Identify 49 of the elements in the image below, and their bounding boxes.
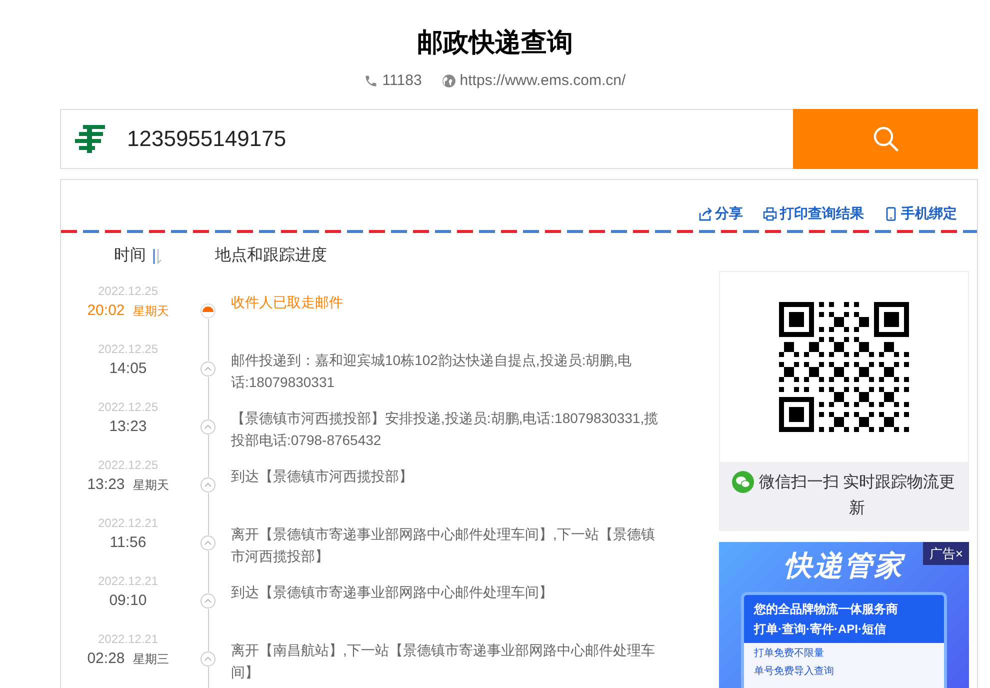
toolbar-link[interactable]: 分享 — [698, 198, 743, 230]
ad-bullet: 单号免费导入查询 — [754, 664, 835, 678]
event-time: 14:05 — [109, 358, 147, 378]
column-header: 时间 — [114, 246, 146, 266]
globe-icon — [442, 74, 456, 88]
tracking-number-input[interactable]: 1235955149175 — [127, 122, 793, 155]
printer-icon — [763, 206, 777, 220]
event-time: 20:02 — [87, 300, 125, 320]
event-weekday: 星期天 — [132, 476, 169, 494]
mobile-phone-icon — [884, 206, 898, 220]
event-description: 到达【景德镇市寄递事业部网路中心邮件处理车间】 — [231, 582, 554, 602]
event-time: 02:28 — [87, 648, 125, 668]
ad-label[interactable]: 广告× — [923, 542, 969, 565]
column-header: 地点和跟踪进度 — [215, 246, 327, 266]
search-button[interactable] — [793, 108, 978, 168]
tracking-number-field[interactable]: 1235955149175 — [60, 108, 793, 168]
page-title: 邮政快递查询 — [417, 26, 573, 59]
event-date: 2022.12.25 — [98, 456, 158, 472]
toolbar-link[interactable]: 手机绑定 — [884, 198, 957, 230]
qr-caption: 微信扫一扫 实时跟踪物流更新 — [758, 472, 956, 518]
event-date: 2022.12.21 — [98, 630, 158, 646]
event-time: 11:56 — [110, 532, 146, 552]
ad-text: 您的全品牌物流一体服务商 — [754, 600, 899, 618]
event-date: 2022.12.25 — [98, 282, 158, 298]
event-description: 邮件投递到：嘉和迎宾城10栋102韵达快递自提点,投递员:胡鹏,电话:18079830331 — [231, 350, 633, 392]
event-description: 【景德镇市河西揽投部】安排投递,投递员:胡鹏,电话:18079830331,揽投部电话:0798-8765432 — [231, 408, 660, 450]
event-description: 收件人已取走邮件 — [231, 292, 344, 312]
search-icon — [872, 124, 900, 152]
phone-icon — [364, 74, 378, 88]
event-time: 09:10 — [109, 590, 147, 610]
toolbar-link[interactable]: 打印查询结果 — [763, 198, 864, 230]
share-icon — [698, 206, 712, 220]
event-description: 离开【南昌航站】,下一站【景德镇市寄递事业部网路中心邮件处理车间】 — [231, 640, 656, 682]
event-date: 2022.12.25 — [98, 398, 158, 414]
ad-headline: 快递管家 — [783, 550, 906, 582]
event-date: 2022.12.25 — [98, 340, 158, 356]
website-link[interactable]: https://www.ems.com.cn/ — [460, 70, 626, 92]
event-weekday: 星期天 — [132, 302, 169, 320]
event-description: 离开【景德镇市寄递事业部网路中心邮件处理车间】,下一站【景德镇市河西揽投部】 — [231, 524, 656, 566]
event-description: 到达【景德镇市河西揽投部】 — [231, 466, 414, 486]
ad-text: 打单·查询·寄件·API·短信 — [754, 620, 887, 638]
event-date: 2022.12.21 — [98, 514, 158, 530]
ad-bullet: 打单免费不限量 — [754, 646, 825, 660]
phone-number: 11183 — [382, 71, 422, 91]
event-weekday: 星期三 — [132, 650, 169, 668]
event-time: 13:23 — [87, 474, 125, 494]
event-time: 13:23 — [109, 416, 147, 436]
wechat-icon — [732, 470, 754, 492]
event-date: 2022.12.21 — [98, 572, 158, 588]
